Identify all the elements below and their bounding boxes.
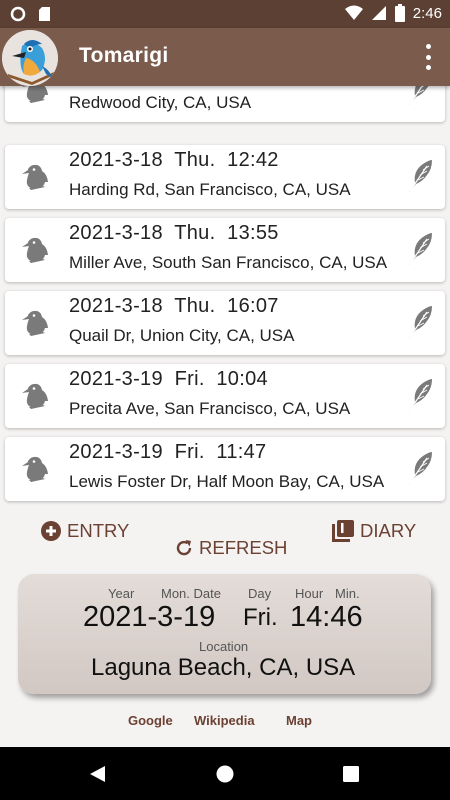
entry-label: ENTRY (67, 520, 130, 541)
current-time: 14:46 (290, 601, 363, 633)
current-date: 2021-3-19 (83, 601, 216, 633)
entry-date: 2021-3-18 Thu. 13:55 (69, 222, 279, 244)
status-notifications (10, 6, 51, 22)
sd-card-icon (39, 7, 50, 21)
location-label: Location (199, 639, 249, 654)
min-label: Min. (335, 586, 360, 601)
entry-list[interactable]: 2021-3-18 Thu. 10:34Redwood City, CA, US… (0, 86, 450, 506)
app-title: Tomarigi (79, 44, 169, 67)
entry-card[interactable]: 2021-3-18 Thu. 16:07 Quail Dr, Union City… (5, 291, 445, 355)
kingfisher-logo-icon (2, 30, 58, 86)
entry-location: Precita Ave, San Francisco, CA, USA (69, 399, 351, 418)
entry-location: Redwood City, CA, USA (69, 93, 252, 112)
hour-label: Hour (295, 586, 324, 601)
feather-icon[interactable] (407, 451, 433, 485)
entry-date: 2021-3-19 Fri. 11:47 (69, 441, 267, 463)
entry-date: 2021-3-18 Thu. 16:07 (69, 295, 279, 317)
entry-location: Harding Rd, San Francisco, CA, USA (69, 180, 351, 199)
map-link[interactable]: Map (286, 713, 312, 728)
bird-icon (19, 86, 53, 107)
overflow-menu-button[interactable] (420, 44, 436, 70)
bird-icon (19, 452, 53, 486)
status-bar: 2:46 (0, 0, 450, 28)
feather-icon[interactable] (407, 305, 433, 339)
current-location-panel: Year Mon. Date Day Hour Min. 2021-3-19 F… (18, 574, 431, 694)
day-label: Day (248, 586, 272, 601)
entry-date: 2021-3-18 Thu. 12:42 (69, 149, 279, 171)
navigation-bar (0, 747, 450, 800)
entry-card[interactable]: 2021-3-18 Thu. 12:42 Harding Rd, San Fran… (5, 145, 445, 209)
entry-button[interactable]: ENTRY (41, 520, 129, 542)
back-icon[interactable] (89, 765, 107, 783)
add-circle-icon (41, 521, 61, 541)
feather-icon[interactable] (407, 378, 433, 412)
feather-icon[interactable] (407, 86, 433, 106)
battery-icon (394, 4, 405, 22)
year-label: Year (108, 586, 135, 601)
refresh-icon (176, 540, 192, 556)
bird-icon (19, 379, 53, 413)
current-day: Fri. (243, 604, 278, 631)
reference-links: Google Wikipedia Map (0, 713, 450, 731)
status-time: 2:46 (412, 4, 442, 22)
wikipedia-link[interactable]: Wikipedia (194, 713, 255, 728)
mon-date-label: Mon. Date (161, 586, 221, 601)
feather-icon[interactable] (407, 232, 433, 266)
diary-button[interactable]: DIARY (332, 520, 416, 542)
bird-icon (19, 160, 53, 194)
bird-icon (19, 306, 53, 340)
app-logo (2, 30, 58, 86)
entry-card[interactable]: 2021-3-18 Thu. 13:55 Miller Ave, South Sa… (5, 218, 445, 282)
entry-location: Miller Ave, South San Francisco, CA, USA (69, 253, 388, 272)
entry-location: Quail Dr, Union City, CA, USA (69, 326, 295, 345)
entry-card[interactable]: 2021-3-19 Fri. 11:47 Lewis Foster Dr, Hal… (5, 437, 445, 501)
entry-location: Lewis Foster Dr, Half Moon Bay, CA, USA (69, 472, 385, 491)
entry-date: 2021-3-19 Fri. 10:04 (69, 368, 268, 390)
bird-icon (19, 233, 53, 267)
library-books-icon (332, 520, 354, 542)
app-bar: Tomarigi (0, 28, 450, 86)
diary-label: DIARY (360, 520, 417, 541)
entry-card[interactable]: 2021-3-19 Fri. 10:04 Precita Ave, San Fra… (5, 364, 445, 428)
refresh-button[interactable]: REFRESH (175, 537, 287, 559)
signal-icon (371, 6, 386, 20)
wifi-icon (344, 5, 363, 20)
refresh-label: REFRESH (199, 537, 288, 558)
home-icon[interactable] (216, 765, 234, 783)
entry-card[interactable]: 2021-3-18 Thu. 10:34Redwood City, CA, US… (5, 86, 445, 122)
notification-circle-icon (10, 6, 26, 22)
recents-icon[interactable] (343, 766, 359, 782)
google-link[interactable]: Google (128, 713, 173, 728)
current-location: Laguna Beach, CA, USA (91, 654, 356, 681)
status-system: 2:46 (344, 4, 442, 22)
feather-icon[interactable] (407, 159, 433, 193)
